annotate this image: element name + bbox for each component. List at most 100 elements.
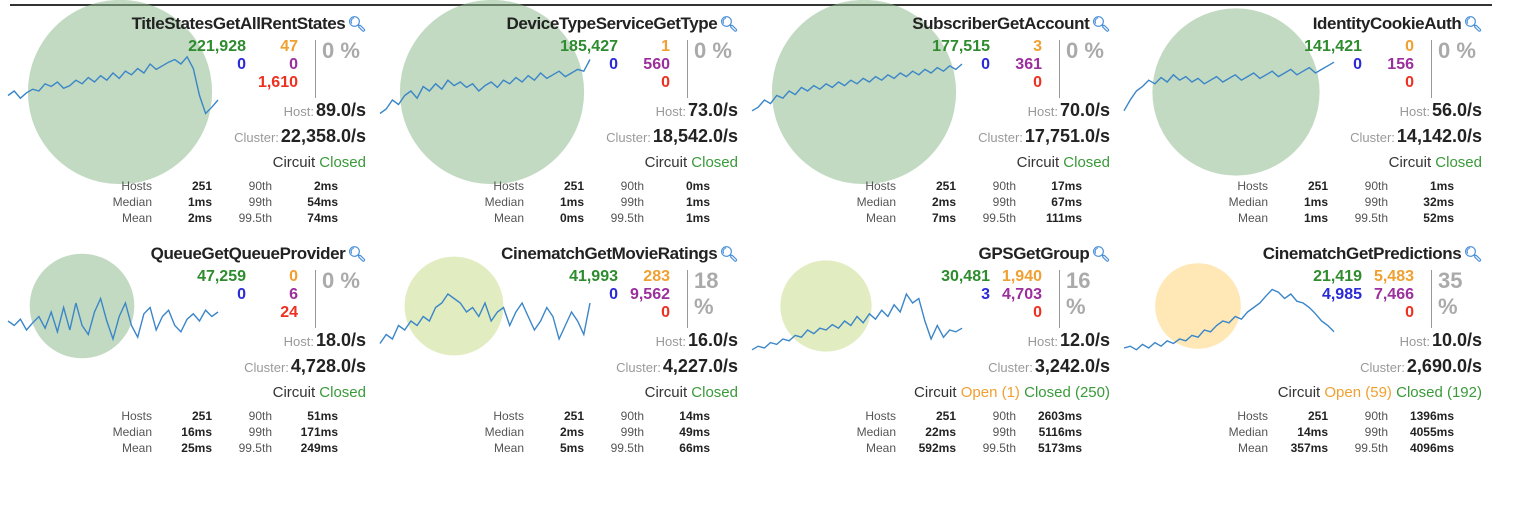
circuit-status: Circuit Closed [645, 384, 738, 401]
host-rate-label: Host: [283, 334, 314, 349]
mean-value: 25ms [181, 441, 212, 455]
hosts-value: 251 [935, 179, 956, 193]
command-title[interactable]: IdentityCookieAuth 🔍︎ [1313, 14, 1483, 34]
command-title[interactable]: GPSGetGroup 🔍︎ [979, 244, 1111, 264]
p99-label: 99th [1364, 195, 1388, 209]
rejected-count: 560 [643, 56, 670, 73]
cluster-rate: Cluster: 22,358.0/s [234, 126, 366, 147]
host-rate: Host: 12.0/s [1028, 330, 1110, 351]
p90-value: 17ms [1051, 179, 1082, 193]
mean-label: Mean [493, 211, 524, 225]
circuit-status: Circuit Closed [273, 384, 366, 401]
cluster-rate: Cluster: 2,690.0/s [1360, 356, 1482, 377]
median-label: Median [856, 425, 896, 439]
command-title[interactable]: SubscriberGetAccount 🔍︎ [912, 14, 1110, 34]
error-percentage: 18 % [694, 268, 719, 319]
search-icon[interactable]: 🔍︎ [1463, 16, 1482, 33]
search-icon[interactable]: 🔍︎ [347, 16, 366, 33]
search-icon[interactable]: 🔍︎ [719, 246, 738, 263]
health-circle [29, 253, 135, 359]
circuit-card-3[interactable]: SubscriberGetAccount 🔍︎ 177,515 0 3 361 0… [746, 0, 1116, 236]
circuit-card-8[interactable]: CinematchGetPredictions 🔍︎ 21,419 4,985 5… [1118, 236, 1488, 466]
short-circuited-count: 0 [981, 56, 990, 73]
error-percentage: 0 % [322, 268, 360, 293]
short-circuited-count: 0 [1353, 56, 1362, 73]
host-rate-value: 12.0/s [1059, 330, 1110, 350]
p995-label: 99.5th [1354, 441, 1388, 455]
p995-value: 1ms [685, 211, 710, 225]
median-label: Median [484, 425, 524, 439]
cluster-rate: Cluster: 14,142.0/s [1350, 126, 1482, 147]
circuit-card-5[interactable]: QueueGetQueueProvider 🔍︎ 47,259 0 0 6 24 … [2, 236, 372, 466]
host-rate-value: 16.0/s [687, 330, 738, 350]
timeout-count: 47 [280, 38, 298, 55]
cluster-rate-value: 4,728.0/s [290, 356, 366, 376]
command-title[interactable]: QueueGetQueueProvider 🔍︎ [151, 244, 367, 264]
error-percentage: 0 % [322, 38, 360, 63]
stats-divider [315, 270, 316, 328]
circuit-closed-status: Closed [319, 384, 366, 401]
circuit-label: Circuit [644, 384, 688, 401]
search-icon[interactable]: 🔍︎ [1091, 16, 1110, 33]
command-name: SubscriberGetAccount [912, 14, 1090, 33]
circuit-card-2[interactable]: DeviceTypeServiceGetType 🔍︎ 185,427 0 1 5… [374, 0, 744, 236]
host-rate-label: Host: [655, 104, 686, 119]
hosts-value: 251 [563, 409, 584, 423]
hosts-label: Hosts [121, 409, 152, 423]
host-rate-label: Host: [1399, 334, 1430, 349]
failure-count: 0 [1405, 304, 1414, 321]
p90-value: 14ms [679, 409, 710, 423]
failure-count: 0 [661, 304, 670, 321]
failure-count: 1,610 [257, 74, 298, 91]
p99-value: 1ms [685, 195, 710, 209]
command-name: GPSGetGroup [978, 244, 1090, 263]
p90-label: 90th [992, 179, 1016, 193]
command-title[interactable]: DeviceTypeServiceGetType 🔍︎ [506, 14, 738, 34]
mean-value: 592ms [918, 441, 956, 455]
host-rate: Host: 70.0/s [1028, 100, 1110, 121]
p99-value: 32ms [1423, 195, 1454, 209]
p99-value: 5116ms [1038, 425, 1082, 439]
circuit-label: Circuit [644, 154, 688, 171]
p995-label: 99.5th [610, 441, 644, 455]
search-icon[interactable]: 🔍︎ [719, 16, 738, 33]
search-icon[interactable]: 🔍︎ [1463, 246, 1482, 263]
cluster-rate-value: 3,242.0/s [1034, 356, 1110, 376]
failure-count: 0 [661, 74, 670, 91]
circuit-card-7[interactable]: GPSGetGroup 🔍︎ 30,481 3 1,940 4,703 0 16 … [746, 236, 1116, 466]
host-rate: Host: 10.0/s [1400, 330, 1482, 351]
circuit-card-1[interactable]: TitleStatesGetAllRentStates 🔍︎ 221,928 0 … [2, 0, 372, 236]
circuit-status: Circuit Closed [273, 154, 366, 171]
host-rate-label: Host: [1027, 334, 1058, 349]
hosts-label: Hosts [1237, 179, 1268, 193]
cluster-rate: Cluster: 3,242.0/s [988, 356, 1110, 377]
host-rate-value: 73.0/s [687, 100, 738, 120]
circuit-card-4[interactable]: IdentityCookieAuth 🔍︎ 141,421 0 0 156 0 0… [1118, 6, 1488, 236]
short-circuited-count: 0 [237, 286, 246, 303]
host-rate-label: Host: [1399, 104, 1430, 119]
p995-value: 111ms [1045, 211, 1082, 225]
timeout-count: 3 [1033, 38, 1042, 55]
cluster-rate-value: 2,690.0/s [1406, 356, 1482, 376]
p995-value: 74ms [307, 211, 338, 225]
median-label: Median [1228, 195, 1268, 209]
cluster-rate: Cluster: 4,227.0/s [616, 356, 738, 377]
cluster-rate-label: Cluster: [606, 130, 651, 145]
circuit-closed-status: Closed [691, 384, 738, 401]
command-name: TitleStatesGetAllRentStates [131, 14, 346, 33]
success-count: 221,928 [188, 38, 246, 55]
circuit-closed-status: Closed [1063, 154, 1110, 171]
median-value: 2ms [559, 425, 584, 439]
mean-label: Mean [121, 441, 152, 455]
p90-label: 90th [248, 179, 272, 193]
search-icon[interactable]: 🔍︎ [1091, 246, 1110, 263]
search-icon[interactable]: 🔍︎ [347, 246, 366, 263]
command-title[interactable]: CinematchGetMovieRatings 🔍︎ [501, 244, 738, 264]
median-label: Median [484, 195, 524, 209]
command-title[interactable]: TitleStatesGetAllRentStates 🔍︎ [131, 14, 367, 34]
p90-value: 51ms [307, 409, 338, 423]
command-title[interactable]: CinematchGetPredictions 🔍︎ [1263, 244, 1483, 264]
circuit-card-6[interactable]: CinematchGetMovieRatings 🔍︎ 41,993 0 283 … [374, 236, 744, 466]
hosts-label: Hosts [865, 179, 896, 193]
error-percentage: 35 % [1438, 268, 1463, 319]
